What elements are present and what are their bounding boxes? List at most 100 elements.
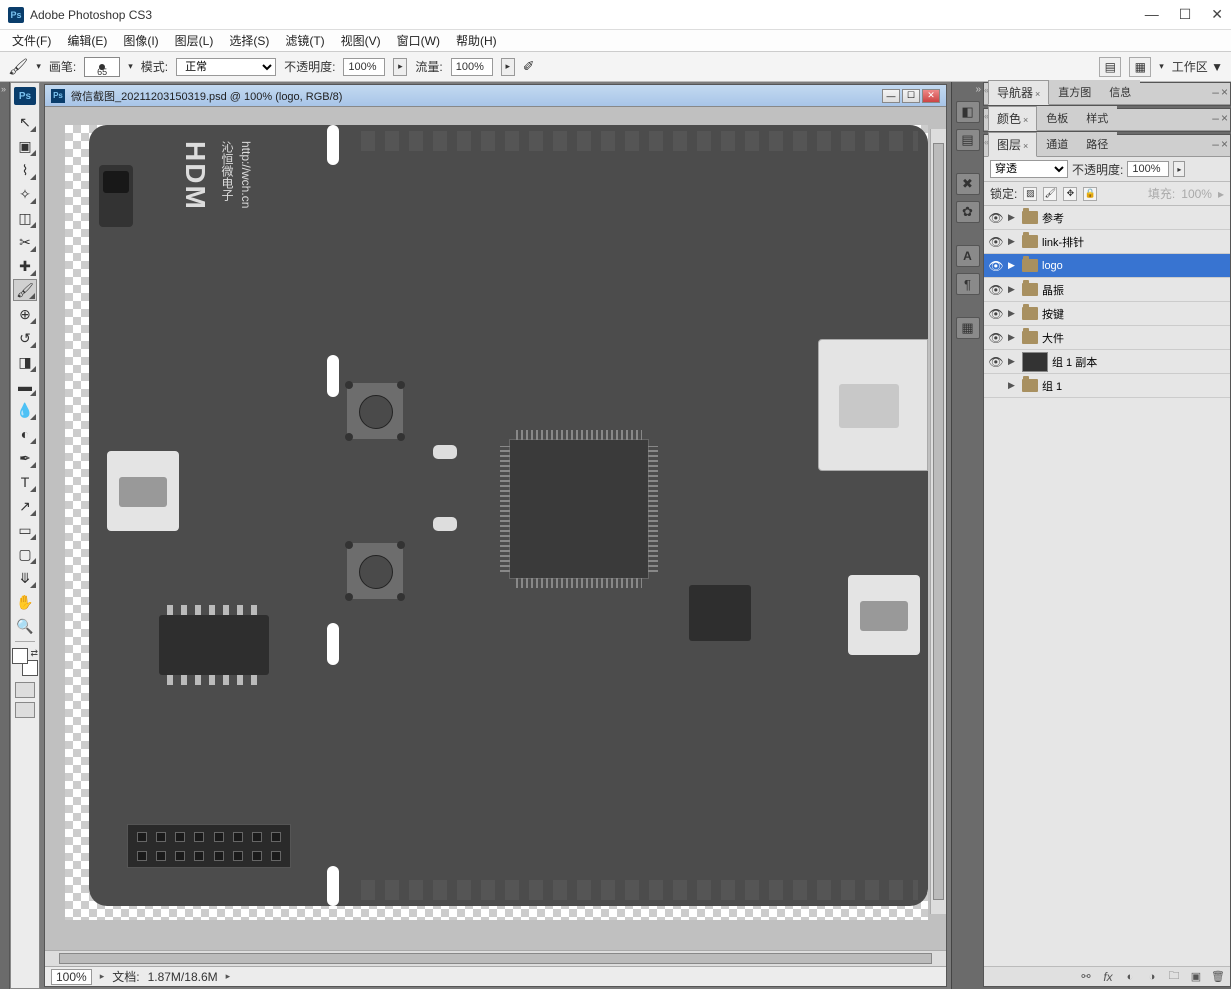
tab-styles[interactable]: 样式 <box>1077 106 1117 130</box>
crop-tool[interactable]: ◫ <box>13 207 37 229</box>
flow-flyout[interactable]: ▸ <box>501 58 515 76</box>
dodge-tool[interactable]: ◐ <box>13 423 37 445</box>
maximize-button[interactable]: ☐ <box>1179 6 1192 23</box>
fill-input[interactable]: 100% <box>1181 187 1212 201</box>
doc-close-button[interactable]: ✕ <box>922 89 940 103</box>
move-tool[interactable]: ↖ <box>13 111 37 133</box>
flow-input[interactable]: 100% <box>451 58 493 76</box>
layer-mask-icon[interactable]: ◐ <box>1122 970 1138 984</box>
layer-name-label[interactable]: logo <box>1042 260 1226 272</box>
menu-filter[interactable]: 滤镜(T) <box>277 32 332 49</box>
stamp-tool[interactable]: ⊕ <box>13 303 37 325</box>
menu-image[interactable]: 图像(I) <box>115 32 166 49</box>
fill-flyout[interactable]: ▸ <box>1218 187 1224 201</box>
tab-navigator[interactable]: 导航器× <box>988 80 1049 105</box>
doc-minimize-button[interactable]: — <box>882 89 900 103</box>
shape-tool[interactable]: ▭ <box>13 519 37 541</box>
layer-fx-icon[interactable]: fx <box>1100 970 1116 984</box>
history-brush-tool[interactable]: ↺ <box>13 327 37 349</box>
navigator-dock-icon[interactable]: ◧ <box>956 101 980 123</box>
adjustment-layer-icon[interactable]: ◑ <box>1144 970 1160 984</box>
toolbox-collapse-strip[interactable] <box>0 82 10 989</box>
layer-row[interactable]: 👁▶组 1 <box>984 374 1230 398</box>
document-titlebar[interactable]: Ps 微信截图_20211203150319.psd @ 100% (logo,… <box>45 85 946 107</box>
menu-select[interactable]: 选择(S) <box>221 32 277 49</box>
visibility-toggle-icon[interactable]: 👁 <box>988 283 1004 297</box>
character-dock-icon[interactable]: A <box>956 245 980 267</box>
opacity-input[interactable]: 100% <box>343 58 385 76</box>
tab-paths[interactable]: 路径 <box>1077 132 1117 156</box>
slice-tool[interactable]: ✂ <box>13 231 37 253</box>
layer-row[interactable]: 👁 ▶ 组 1 副本 <box>984 350 1230 374</box>
brush-tool-icon[interactable]: 🖌 <box>8 57 28 77</box>
menu-window[interactable]: 窗口(W) <box>389 32 448 49</box>
vertical-scrollbar[interactable] <box>930 129 946 914</box>
zoom-tool[interactable]: 🔍 <box>13 615 37 637</box>
expand-icon[interactable]: ▶ <box>1008 332 1018 343</box>
tab-layers[interactable]: 图层× <box>988 132 1037 157</box>
expand-icon[interactable]: ▶ <box>1008 356 1018 367</box>
layer-row[interactable]: 👁▶link-排针 <box>984 230 1230 254</box>
new-layer-icon[interactable]: ▣ <box>1188 970 1204 984</box>
layer-row[interactable]: 👁▶参考 <box>984 206 1230 230</box>
eraser-tool[interactable]: ◨ <box>13 351 37 373</box>
layer-name-label[interactable]: 晶振 <box>1042 282 1226 298</box>
visibility-toggle-icon[interactable]: 👁 <box>988 331 1004 345</box>
brushes-dock-icon[interactable]: ✿ <box>956 201 980 223</box>
expand-icon[interactable]: ▶ <box>1008 236 1018 247</box>
layer-name-label[interactable]: 大件 <box>1042 330 1226 346</box>
layer-name-label[interactable]: 按键 <box>1042 306 1226 322</box>
panel-close-icon[interactable]: × <box>1221 137 1228 151</box>
panel-minimize-icon[interactable]: – <box>1212 85 1219 99</box>
panel-close-icon[interactable]: × <box>1221 111 1228 125</box>
visibility-toggle-icon[interactable]: 👁 <box>988 379 1004 393</box>
visibility-toggle-icon[interactable]: 👁 <box>988 259 1004 273</box>
layer-row[interactable]: 👁 ▶ 大件 <box>984 326 1230 350</box>
wand-tool[interactable]: ✧ <box>13 183 37 205</box>
color-swatches[interactable]: ⇄ <box>12 648 38 676</box>
minimize-button[interactable]: — <box>1145 6 1159 23</box>
delete-layer-icon[interactable]: 🗑 <box>1210 970 1226 984</box>
blur-tool[interactable]: 💧 <box>13 399 37 421</box>
visibility-toggle-icon[interactable]: 👁 <box>988 307 1004 321</box>
paragraph-dock-icon[interactable]: ¶ <box>956 273 980 295</box>
expand-icon[interactable]: ▶ <box>1008 308 1018 319</box>
menu-help[interactable]: 帮助(H) <box>448 32 505 49</box>
lock-pixels-icon[interactable]: 🖌 <box>1043 187 1057 201</box>
go-to-bridge-icon[interactable]: ▦ <box>1129 57 1151 77</box>
menu-file[interactable]: 文件(F) <box>4 32 59 49</box>
layer-row[interactable]: 👁▶logo <box>984 254 1230 278</box>
file-browser-icon[interactable]: ▤ <box>1099 57 1121 77</box>
close-button[interactable]: ✕ <box>1211 6 1223 23</box>
blend-mode-select[interactable]: 正常 <box>176 58 276 76</box>
tab-histogram[interactable]: 直方图 <box>1049 80 1100 104</box>
lock-transparency-icon[interactable]: ▨ <box>1023 187 1037 201</box>
canvas[interactable]: HDM 沁恒微电子 http://wch.cn <box>45 107 946 950</box>
menu-layer[interactable]: 图层(L) <box>167 32 222 49</box>
layer-opacity-flyout[interactable]: ▸ <box>1173 161 1185 177</box>
visibility-toggle-icon[interactable]: 👁 <box>988 355 1004 369</box>
lock-all-icon[interactable]: 🔒 <box>1083 187 1097 201</box>
layer-opacity-input[interactable]: 100% <box>1127 161 1169 177</box>
type-tool[interactable]: T <box>13 471 37 493</box>
pen-tool[interactable]: ✒ <box>13 447 37 469</box>
link-layers-icon[interactable]: ⚯ <box>1078 970 1094 984</box>
quickmask-toggle[interactable] <box>15 682 35 698</box>
layer-name-label[interactable]: 组 1 副本 <box>1052 354 1226 370</box>
layer-row[interactable]: 👁 ▶ 按键 <box>984 302 1230 326</box>
tools-preset-dock-icon[interactable]: ✖ <box>956 173 980 195</box>
expand-icon[interactable]: ▶ <box>1008 284 1018 295</box>
tab-channels[interactable]: 通道 <box>1037 132 1077 156</box>
status-flyout[interactable]: ▸ <box>226 971 231 982</box>
swap-colors-icon[interactable]: ⇄ <box>30 648 38 659</box>
panel-close-icon[interactable]: × <box>1221 85 1228 99</box>
lasso-tool[interactable]: ⌇ <box>13 159 37 181</box>
layer-blend-mode-select[interactable]: 穿透 <box>990 160 1068 178</box>
screenmode-toggle[interactable] <box>15 702 35 718</box>
notes-tool[interactable]: ▢ <box>13 543 37 565</box>
brush-preset-picker[interactable]: 65 <box>84 57 120 77</box>
path-select-tool[interactable]: ↗ <box>13 495 37 517</box>
brush-tool[interactable]: 🖌 <box>13 279 37 301</box>
hand-tool[interactable]: ✋ <box>13 591 37 613</box>
gradient-tool[interactable]: ▬ <box>13 375 37 397</box>
